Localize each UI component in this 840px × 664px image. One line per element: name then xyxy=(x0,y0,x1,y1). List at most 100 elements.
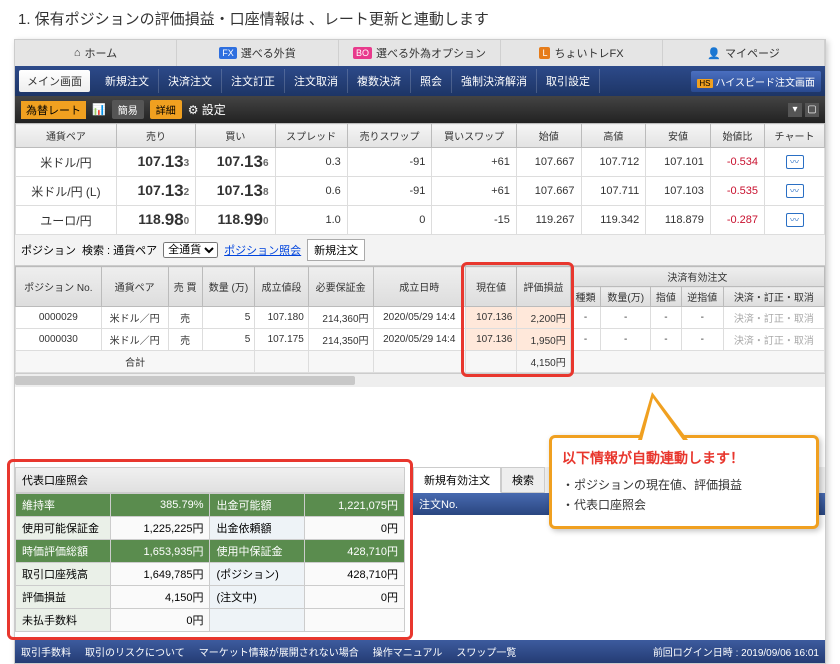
chart-icon[interactable]: 〰 xyxy=(786,184,804,198)
chart-cell[interactable]: 〰 xyxy=(765,177,825,206)
bo-badge: BO xyxy=(353,47,372,59)
chart-icon[interactable]: 〰 xyxy=(786,213,804,227)
callout-tail-inner xyxy=(642,398,683,440)
tab-home[interactable]: ⌂ホーム xyxy=(15,40,177,66)
sell-cell[interactable]: 118.980 xyxy=(116,206,195,235)
footer-link-manual[interactable]: 操作マニュアル xyxy=(373,644,443,659)
col-side: 売 買 xyxy=(168,267,202,307)
footer-link-market[interactable]: マーケット情報が展開されない場合 xyxy=(199,644,359,659)
diff-cell: -0.287 xyxy=(710,206,764,235)
col-pospair: 通貨ペア xyxy=(101,267,168,307)
acct-label: 取引口座残高 xyxy=(16,563,111,586)
scrollbar-thumb[interactable] xyxy=(15,376,355,385)
menu-close-order[interactable]: 決済注文 xyxy=(159,69,222,93)
col-sswap: 売りスワップ xyxy=(347,124,432,148)
order-panel: 新規有効注文 検索 注文No. 以下情報が自動連動します！ ・ポジションの現在値… xyxy=(413,467,825,515)
callout-box: 以下情報が自動連動します！ ・ポジションの現在値、評価損益 ・代表口座照会 xyxy=(549,435,819,529)
dt-cell: 2020/05/29 14:4 xyxy=(373,329,465,351)
rate-row[interactable]: ユーロ/円118.980118.9901.00-15119.267119.342… xyxy=(16,206,825,235)
position-inquiry-link[interactable]: ポジション照会 xyxy=(224,242,301,258)
sell-cell[interactable]: 107.132 xyxy=(116,177,195,206)
menu-forced-close[interactable]: 強制決済解消 xyxy=(452,69,537,93)
gear-icon[interactable]: ⚙ 設定 xyxy=(188,101,226,118)
footer-bar: 取引手数料 取引のリスクについて マーケット情報が展開されない場合 操作マニュア… xyxy=(15,640,825,663)
buy-cell[interactable]: 107.136 xyxy=(196,148,275,177)
diff-cell: -0.534 xyxy=(710,148,764,177)
spread-cell: 0.3 xyxy=(275,148,347,177)
acct-label: (ポジション) xyxy=(210,563,305,586)
main-screen-button[interactable]: メイン画面 xyxy=(19,70,90,92)
subqty-cell: - xyxy=(601,329,651,351)
col-closeorder: 決済有効注文 xyxy=(570,267,824,287)
spread-cell: 0.6 xyxy=(275,177,347,206)
horizontal-scrollbar[interactable] xyxy=(15,373,825,387)
settings-label: 設定 xyxy=(202,103,226,117)
rate-row[interactable]: 米ドル/円107.133107.1360.3-91+61107.667107.7… xyxy=(16,148,825,177)
user-icon: 👤 xyxy=(707,47,721,60)
chart-cell[interactable]: 〰 xyxy=(765,148,825,177)
menu-modify-order[interactable]: 注文訂正 xyxy=(222,69,285,93)
position-label: ポジション xyxy=(21,242,76,258)
col-chart: チャート xyxy=(765,124,825,148)
acct-label: 使用中保証金 xyxy=(210,540,305,563)
action-cell[interactable]: 決済・訂正・取消 xyxy=(723,329,824,351)
price-cell: 107.175 xyxy=(255,329,308,351)
buy-cell[interactable]: 118.990 xyxy=(196,206,275,235)
chart-cell[interactable]: 〰 xyxy=(765,206,825,235)
type-cell: - xyxy=(570,329,601,351)
position-row[interactable]: 0000029米ドル／円売5107.180214,360円2020/05/29 … xyxy=(16,307,825,329)
acct-value: 385.79% xyxy=(110,494,210,517)
detach-icon[interactable]: ▢ xyxy=(805,103,819,117)
toggle-simple[interactable]: 簡易 xyxy=(112,100,144,119)
footer-link-fees[interactable]: 取引手数料 xyxy=(21,644,71,659)
open-cell: 107.667 xyxy=(516,148,581,177)
action-cell[interactable]: 決済・訂正・取消 xyxy=(723,307,824,329)
account-panel: 代表口座照会 維持率385.79%出金可能額1,221,075円使用可能保証金1… xyxy=(15,467,405,632)
account-row: 時価評価総額1,653,935円使用中保証金428,710円 xyxy=(16,540,405,563)
footer-link-risk[interactable]: 取引のリスクについて xyxy=(85,644,185,659)
search-label: 検索 : 通貨ペア xyxy=(82,242,157,258)
account-table: 維持率385.79%出金可能額1,221,075円使用可能保証金1,225,22… xyxy=(15,493,405,632)
col-price: 成立値段 xyxy=(255,267,308,307)
tab-bo[interactable]: BO 選べる外為オプション xyxy=(339,40,501,66)
hispeed-order-button[interactable]: HSハイスピード注文画面 xyxy=(691,71,821,92)
open-cell: 119.267 xyxy=(516,206,581,235)
tab-auto[interactable]: LちょいトレFX xyxy=(501,40,663,66)
pospair-cell: 米ドル／円 xyxy=(101,307,168,329)
chart-icon[interactable]: 〰 xyxy=(786,155,804,169)
sell-cell[interactable]: 107.133 xyxy=(116,148,195,177)
buy-cell[interactable]: 107.138 xyxy=(196,177,275,206)
col-dt: 成立日時 xyxy=(373,267,465,307)
menu-inquiry[interactable]: 照会 xyxy=(411,69,452,93)
tab-fx[interactable]: FX選べる外貨 xyxy=(177,40,339,66)
menu-cancel-order[interactable]: 注文取消 xyxy=(285,69,348,93)
toggle-detail[interactable]: 詳細 xyxy=(150,100,182,119)
menu-new-order[interactable]: 新規注文 xyxy=(96,69,159,93)
col-action: 決済・訂正・取消 xyxy=(723,287,824,307)
callout-line: ・ポジションの現在値、評価損益 xyxy=(562,476,806,493)
tab-new-orders[interactable]: 新規有効注文 xyxy=(413,467,501,493)
view-icon: 📊 xyxy=(92,103,106,116)
tab-mypage[interactable]: 👤 マイページ xyxy=(663,40,825,66)
pair-cell: ユーロ/円 xyxy=(16,206,117,235)
app-window: ⌂ホーム FX選べる外貨 BO 選べる外為オプション LちょいトレFX 👤 マイペー… xyxy=(14,39,826,664)
tab-label: 選べる外為オプション xyxy=(376,45,486,61)
menu-trade-settings[interactable]: 取引設定 xyxy=(537,69,600,93)
col-sell: 売り xyxy=(116,124,195,148)
new-order-button[interactable]: 新規注文 xyxy=(307,239,365,261)
total-pl-cell: 4,150円 xyxy=(517,351,570,373)
menu-multi-close[interactable]: 複数決済 xyxy=(348,69,411,93)
col-low: 安値 xyxy=(646,124,711,148)
footer-link-swap[interactable]: スワップ一覧 xyxy=(456,644,516,659)
acct-value: 1,653,935円 xyxy=(110,540,210,563)
acct-value: 1,221,075円 xyxy=(305,494,405,517)
posno-cell: 0000030 xyxy=(16,329,102,351)
account-row: 維持率385.79%出金可能額1,221,075円 xyxy=(16,494,405,517)
rate-row[interactable]: 米ドル/円 (L)107.132107.1380.6-91+61107.6671… xyxy=(16,177,825,206)
chevron-down-icon[interactable]: ▾ xyxy=(788,103,802,117)
tab-label: マイページ xyxy=(725,45,780,61)
order-search-label: 検索 xyxy=(501,467,545,493)
limit-cell: - xyxy=(651,307,682,329)
pair-select[interactable]: 全通貨 xyxy=(163,242,218,258)
position-row[interactable]: 0000030米ドル／円売5107.175214,350円2020/05/29 … xyxy=(16,329,825,351)
